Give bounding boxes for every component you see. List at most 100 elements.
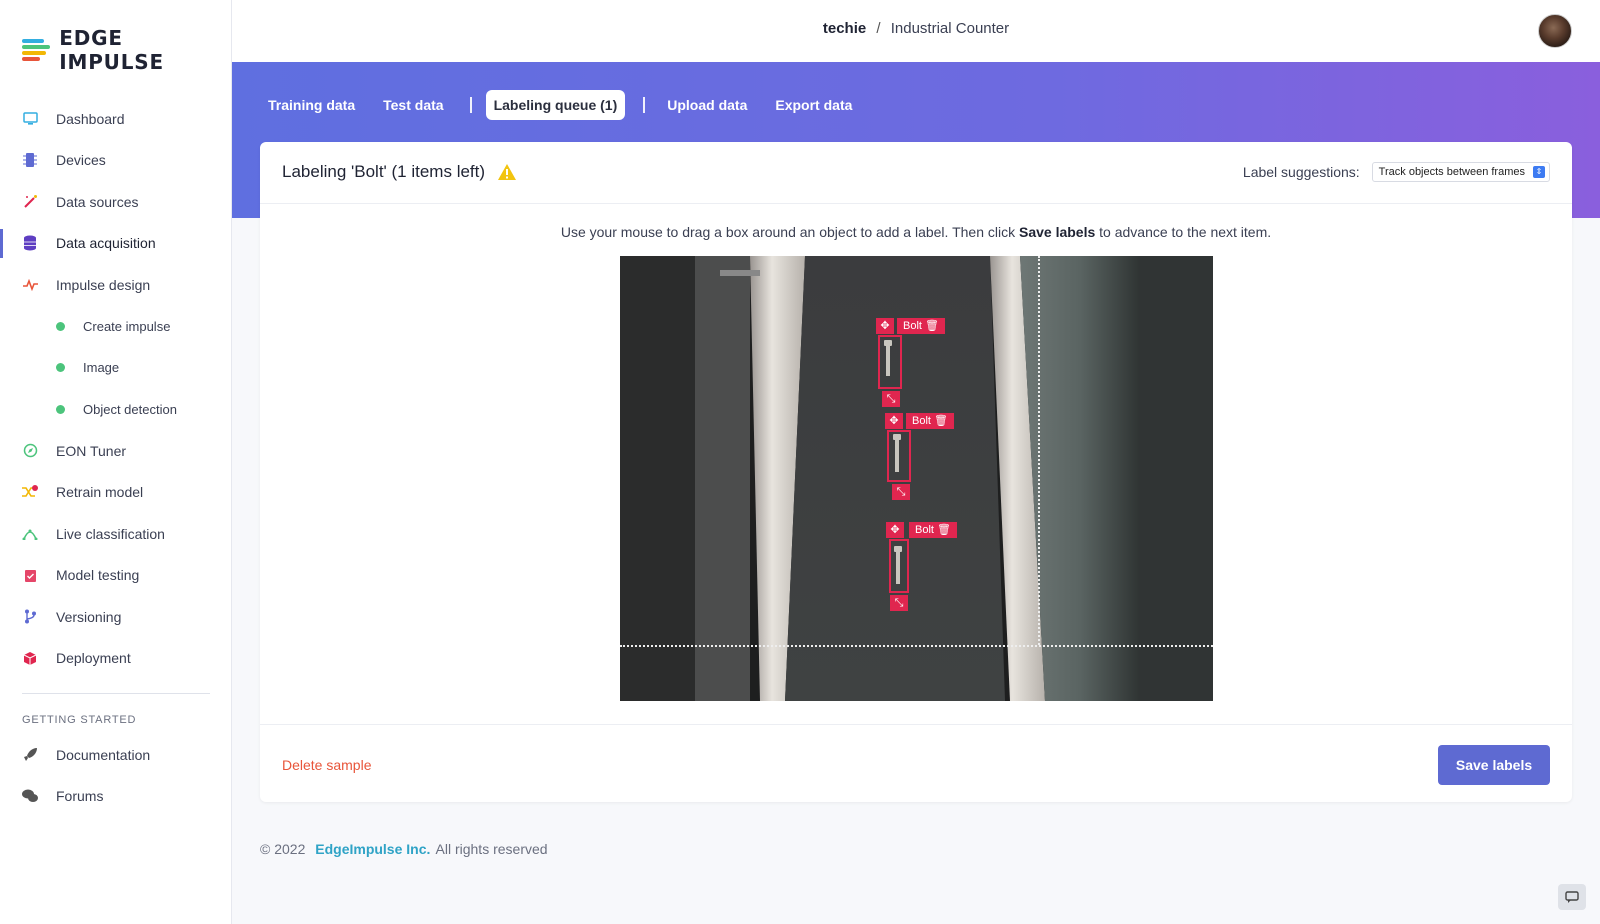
radar-icon xyxy=(22,526,38,542)
crosshair-vertical xyxy=(1038,256,1040,645)
sidebar-subitem-label: Object detection xyxy=(83,401,177,417)
resize-icon[interactable]: ⤡ xyxy=(892,484,910,500)
instructions-text-end: to advance to the next item. xyxy=(1095,224,1272,240)
company-link[interactable]: EdgeImpulse Inc. xyxy=(315,841,430,857)
monitor-icon xyxy=(22,111,38,127)
trash-icon[interactable]: 🗑 xyxy=(934,415,948,427)
avatar[interactable] xyxy=(1538,14,1572,48)
label-suggestions-label: Label suggestions: xyxy=(1242,164,1360,180)
bounding-box[interactable] xyxy=(887,430,911,482)
sidebar-item-documentation[interactable]: Documentation xyxy=(0,734,232,776)
sidebar-item-impulse-design[interactable]: Impulse design xyxy=(0,264,232,306)
bounding-box-label[interactable]: Bolt 🗑 xyxy=(909,522,957,538)
resize-icon[interactable]: ⤡ xyxy=(882,391,900,407)
data-tabs: Training data Test data Labeling queue (… xyxy=(260,90,872,120)
move-icon[interactable]: ✥ xyxy=(876,318,894,334)
rocket-icon xyxy=(22,747,38,763)
bounding-box-label-text: Bolt xyxy=(912,415,931,427)
edge-impulse-logo[interactable]: EDGE IMPULSE xyxy=(22,26,231,74)
sidebar-item-devices[interactable]: Devices xyxy=(0,140,232,182)
magic-wand-icon xyxy=(22,194,38,210)
bounding-box[interactable] xyxy=(878,335,902,389)
tab-test-data[interactable]: Test data xyxy=(375,90,451,120)
sidebar-nav: Dashboard Devices Data sources Data acqu… xyxy=(0,98,232,817)
copyright-text: © 2022 xyxy=(260,841,306,857)
sidebar-item-dashboard[interactable]: Dashboard xyxy=(0,98,232,140)
chat-icon xyxy=(1565,890,1579,903)
warning-icon xyxy=(498,164,517,180)
sidebar-item-versioning[interactable]: Versioning xyxy=(0,596,232,638)
rights-text: All rights reserved xyxy=(435,841,548,857)
shuffle-icon xyxy=(22,484,38,500)
chat-widget-button[interactable] xyxy=(1558,884,1586,910)
sidebar-item-label: Versioning xyxy=(56,608,122,625)
sidebar-item-deployment[interactable]: Deployment xyxy=(0,638,232,680)
logo-icon xyxy=(22,39,51,61)
card-footer: Delete sample Save labels xyxy=(260,724,1572,802)
sidebar-subitem-image[interactable]: Image xyxy=(0,347,232,389)
sidebar-item-label: Documentation xyxy=(56,746,151,763)
sidebar-item-eon-tuner[interactable]: EON Tuner xyxy=(0,430,232,472)
bounding-box[interactable] xyxy=(889,539,909,593)
save-labels-button[interactable]: Save labels xyxy=(1438,745,1550,785)
sidebar-item-label: Retrain model xyxy=(56,484,144,501)
sidebar-item-data-acquisition[interactable]: Data acquisition xyxy=(0,223,232,265)
trash-icon[interactable]: 🗑 xyxy=(937,524,951,536)
tab-training-data[interactable]: Training data xyxy=(260,90,363,120)
move-icon[interactable]: ✥ xyxy=(885,413,903,429)
sidebar-item-label: Deployment xyxy=(56,650,131,667)
instructions: Use your mouse to drag a box around an o… xyxy=(260,224,1572,240)
trash-icon[interactable]: 🗑 xyxy=(925,320,939,332)
sidebar-item-label: Data sources xyxy=(56,193,139,210)
instructions-text: Use your mouse to drag a box around an o… xyxy=(560,224,1019,240)
status-dot xyxy=(56,404,65,414)
tab-separator xyxy=(469,97,472,113)
sidebar-item-live-classification[interactable]: Live classification xyxy=(0,513,232,555)
sidebar-item-label: Devices xyxy=(56,152,106,169)
label-suggestions-value: Track objects between frames xyxy=(1378,166,1525,178)
bounding-box-label-text: Bolt xyxy=(915,524,934,536)
logo-text: EDGE IMPULSE xyxy=(59,26,164,74)
getting-started-heading: GETTING STARTED xyxy=(22,714,137,726)
sidebar-item-model-testing[interactable]: Model testing xyxy=(0,555,232,597)
bounding-box-label[interactable]: Bolt 🗑 xyxy=(906,413,954,429)
label-suggestions: Label suggestions: Track objects between… xyxy=(1243,162,1550,182)
sidebar-subitem-object-detection[interactable]: Object detection xyxy=(0,389,232,431)
sidebar-item-retrain-model[interactable]: Retrain model xyxy=(0,472,232,514)
cube-icon xyxy=(22,650,38,666)
tab-labeling-queue[interactable]: Labeling queue (1) xyxy=(485,90,626,120)
sidebar-item-label: Dashboard xyxy=(56,110,125,127)
sidebar-item-label: Model testing xyxy=(56,567,140,584)
resize-icon[interactable]: ⤡ xyxy=(890,595,908,611)
select-caret-icon: ⇕ xyxy=(1533,166,1545,178)
label-suggestions-select[interactable]: Track objects between frames ⇕ xyxy=(1371,162,1550,182)
delete-sample-link[interactable]: Delete sample xyxy=(282,757,372,773)
sidebar-item-label: Data acquisition xyxy=(56,235,156,252)
labeling-canvas[interactable]: ✥ Bolt 🗑 ⤡ ✥ Bolt 🗑 ⤡ ✥ Bolt 🗑 ⤡ xyxy=(620,256,1213,701)
sidebar-subitem-create-impulse[interactable]: Create impulse xyxy=(0,306,232,348)
bounding-box-label[interactable]: Bolt 🗑 xyxy=(897,318,945,334)
status-dot xyxy=(56,321,65,331)
compass-icon xyxy=(22,443,38,459)
sidebar: EDGE IMPULSE Dashboard Devices Data sour… xyxy=(0,0,232,924)
labeling-card: Labeling 'Bolt' (1 items left) Label sug… xyxy=(260,142,1572,802)
instructions-emphasis: Save labels xyxy=(1018,224,1096,240)
card-title-text: Labeling 'Bolt' (1 items left) xyxy=(282,162,486,181)
sidebar-item-forums[interactable]: Forums xyxy=(0,776,232,818)
page-footer: © 2022 EdgeImpulse Inc. All rights reser… xyxy=(260,841,548,857)
database-icon xyxy=(22,235,38,251)
branch-icon xyxy=(22,609,38,625)
sidebar-item-label: Impulse design xyxy=(56,276,151,293)
move-icon[interactable]: ✥ xyxy=(886,522,904,538)
top-bar: techie / Industrial Counter xyxy=(232,0,1600,62)
tab-upload-data[interactable]: Upload data xyxy=(659,90,755,120)
tab-export-data[interactable]: Export data xyxy=(767,90,860,120)
breadcrumb-separator: / xyxy=(876,20,881,37)
sidebar-item-data-sources[interactable]: Data sources xyxy=(0,181,232,223)
sidebar-item-label: Live classification xyxy=(56,525,165,542)
breadcrumb-owner[interactable]: techie xyxy=(823,20,866,37)
tab-separator xyxy=(643,97,646,113)
breadcrumb-project[interactable]: Industrial Counter xyxy=(891,20,1009,37)
status-dot xyxy=(56,363,65,373)
card-header: Labeling 'Bolt' (1 items left) Label sug… xyxy=(260,142,1572,204)
